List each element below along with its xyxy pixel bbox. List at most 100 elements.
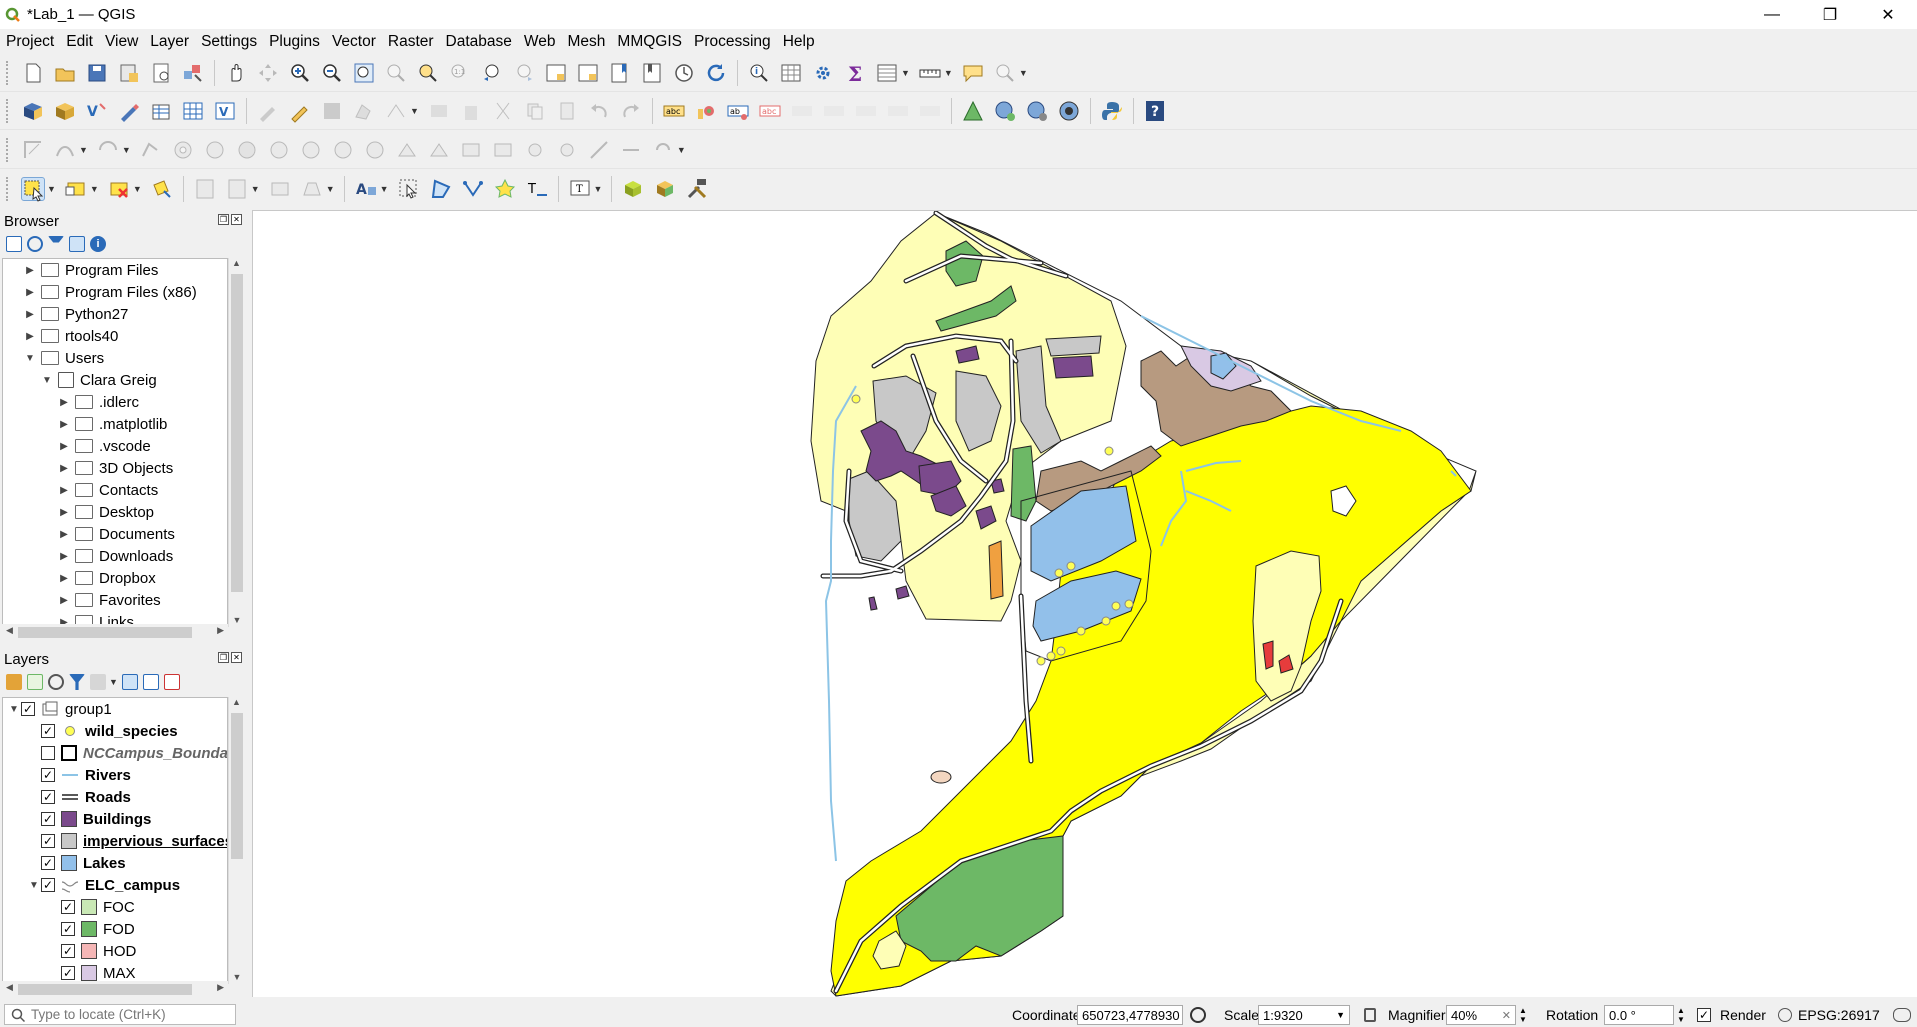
browser-tree[interactable]: ▶ Program Files ▶ Program Files (x86) ▶ Pytho…	[2, 258, 228, 627]
refresh-browser-icon[interactable]	[27, 236, 43, 252]
layers-horizontal-scrollbar[interactable]: ◀ ▶	[2, 981, 228, 997]
layer-visibility-checkbox[interactable]	[41, 746, 55, 760]
browser-item[interactable]: ▶ Favorites	[3, 589, 227, 611]
merge-features-icon[interactable]	[459, 138, 483, 162]
expand-arrow-icon[interactable]: ▶	[57, 551, 71, 562]
restore-button[interactable]: ❐	[1801, 0, 1859, 29]
browser-item[interactable]: ▶ Python27	[3, 303, 227, 325]
collapse-arrow-icon[interactable]: ▼	[23, 353, 37, 364]
add-ring-icon[interactable]	[171, 138, 195, 162]
expand-arrow-icon[interactable]: ▶	[57, 485, 71, 496]
layer-item[interactable]: ✓ Lakes	[3, 852, 227, 874]
layer-item[interactable]: ✓ impervious_surfaces	[3, 830, 227, 852]
browser-item[interactable]: ▼ Users	[3, 347, 227, 369]
layer-visibility-checkbox[interactable]: ✓	[41, 790, 55, 804]
refresh-icon[interactable]	[704, 61, 728, 85]
layer-diagram-icon[interactable]	[694, 99, 718, 123]
new-shapefile-layer-icon[interactable]: V	[85, 99, 109, 123]
deselect-all-icon[interactable]	[107, 177, 131, 201]
layer-item[interactable]: NCCampus_Boundary	[3, 742, 227, 764]
filter-expression-icon[interactable]	[90, 674, 106, 690]
processing-tools-icon[interactable]	[685, 177, 709, 201]
browser-item[interactable]: ▶ .idlerc	[3, 391, 227, 413]
text-annotation-tool-icon[interactable]: T	[568, 177, 592, 201]
layers-vertical-scrollbar[interactable]: ▲ ▼	[228, 697, 244, 984]
close-panel-icon[interactable]: ✕	[231, 214, 242, 225]
expand-all-icon[interactable]	[121, 674, 138, 690]
layer-item[interactable]: ▼ ✓ group1	[3, 698, 227, 720]
split-features-icon[interactable]	[395, 138, 419, 162]
text-annotation-icon[interactable]: A	[354, 177, 378, 201]
layer-visibility-checkbox[interactable]: ✓	[61, 900, 75, 914]
reverse-line-icon[interactable]	[619, 138, 643, 162]
offset-point-symbols-icon[interactable]	[555, 138, 579, 162]
delete-ring-icon[interactable]	[267, 138, 291, 162]
magnifier-spinner[interactable]: ▲ ▼	[1519, 1006, 1527, 1024]
menu-mesh[interactable]: Mesh	[562, 29, 612, 54]
save-project-icon[interactable]	[85, 61, 109, 85]
collapse-arrow-icon[interactable]: ▼	[27, 880, 41, 891]
crs-label[interactable]: EPSG:26917	[1798, 1007, 1880, 1023]
pin-labels-icon[interactable]: ab	[726, 99, 750, 123]
crs-globe-icon[interactable]	[1778, 1008, 1792, 1022]
move-label-icon[interactable]	[790, 99, 814, 123]
manage-themes-icon[interactable]	[48, 674, 64, 690]
expand-arrow-icon[interactable]: ▶	[57, 507, 71, 518]
remove-layer-icon[interactable]	[163, 674, 180, 690]
layer-item[interactable]: ✓ Rivers	[3, 764, 227, 786]
3d-mesh-icon[interactable]	[653, 177, 677, 201]
layer-item[interactable]: ✓ FOD	[3, 918, 227, 940]
expand-arrow-icon[interactable]: ▶	[57, 463, 71, 474]
add-wms-icon[interactable]: V	[213, 99, 237, 123]
menu-settings[interactable]: Settings	[195, 29, 263, 54]
layer-visibility-checkbox[interactable]: ✓	[61, 966, 75, 980]
cut-features-icon[interactable]	[491, 99, 515, 123]
layer-item[interactable]: ✓ wild_species	[3, 720, 227, 742]
fill-ring-icon[interactable]	[235, 138, 259, 162]
float-panel-icon[interactable]: ❐	[218, 214, 229, 225]
browser-item[interactable]: ▶ Documents	[3, 523, 227, 545]
pan-to-selection-icon[interactable]	[256, 61, 280, 85]
select-location-icon[interactable]	[150, 177, 174, 201]
zoom-next-icon[interactable]	[512, 61, 536, 85]
zoom-out-icon[interactable]	[320, 61, 344, 85]
map-tips-icon[interactable]	[961, 61, 985, 85]
web-map-icon[interactable]	[1057, 99, 1081, 123]
python-console-icon[interactable]	[1100, 99, 1124, 123]
zoom-full-icon[interactable]	[352, 61, 376, 85]
geometry-checker-icon[interactable]	[961, 99, 985, 123]
new-map-view-icon[interactable]	[544, 61, 568, 85]
data-source-manager-icon[interactable]	[21, 99, 45, 123]
menu-project[interactable]: Project	[0, 29, 60, 54]
browser-item[interactable]: ▶ Contacts	[3, 479, 227, 501]
quickmapservices-icon[interactable]	[993, 99, 1017, 123]
vertex-tool-icon[interactable]	[384, 99, 408, 123]
layer-visibility-checkbox[interactable]: ✓	[61, 944, 75, 958]
coordinate-field[interactable]: 650723,4778930	[1077, 1005, 1183, 1025]
browser-item[interactable]: ▶ rtools40	[3, 325, 227, 347]
expand-arrow-icon[interactable]: ▶	[23, 331, 37, 342]
render-checkbox[interactable]: ✓	[1697, 1008, 1711, 1022]
save-layer-edits-icon[interactable]	[320, 99, 344, 123]
select-features-icon[interactable]	[21, 177, 45, 202]
add-part-icon[interactable]	[203, 138, 227, 162]
digitize-icon[interactable]	[117, 99, 141, 123]
layer-item[interactable]: ✓ HOD	[3, 940, 227, 962]
menu-edit[interactable]: Edit	[60, 29, 99, 54]
modify-attributes-icon[interactable]	[427, 99, 451, 123]
map-canvas[interactable]	[252, 210, 1917, 997]
close-panel-icon[interactable]: ✕	[231, 652, 242, 663]
rotate-feature-icon[interactable]	[96, 138, 120, 162]
menu-plugins[interactable]: Plugins	[263, 29, 326, 54]
field-calculator-icon[interactable]	[193, 177, 217, 201]
new-bookmark-icon[interactable]	[608, 61, 632, 85]
layer-visibility-checkbox[interactable]: ✓	[61, 922, 75, 936]
collapse-arrow-icon[interactable]: ▼	[40, 375, 54, 386]
vertex-editor-icon[interactable]	[268, 177, 292, 201]
menu-mmqgis[interactable]: MMQGIS	[611, 29, 688, 54]
toggle-extents-icon[interactable]	[1190, 1007, 1206, 1023]
field-calc-bar-icon[interactable]	[225, 177, 249, 201]
add-group-icon[interactable]	[27, 674, 43, 690]
zoom-in-icon[interactable]	[288, 61, 312, 85]
filter-browser-icon[interactable]	[48, 236, 64, 252]
